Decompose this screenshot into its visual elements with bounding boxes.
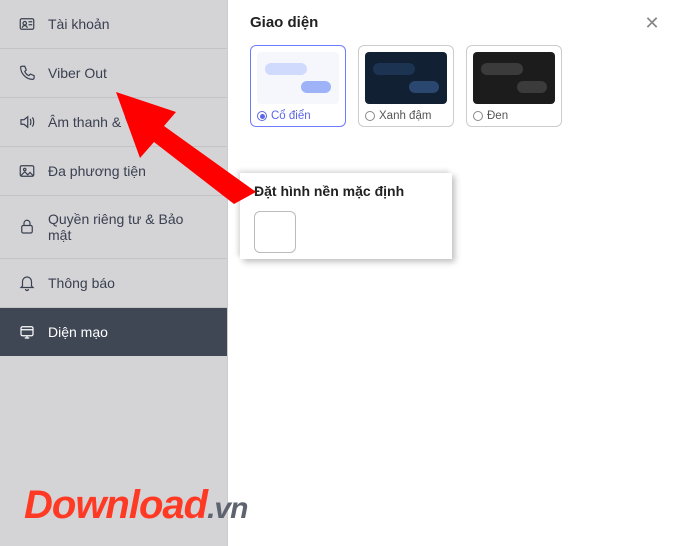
radio-selected-icon [257,111,267,121]
theme-preview-black [473,52,555,104]
background-section-label: Đặt hình nền mặc định [254,183,438,199]
default-background-callout: Đặt hình nền mặc định [240,173,452,259]
theme-label: Xanh đậm [379,110,431,122]
phone-icon [18,64,36,82]
watermark-tld: .vn [207,492,247,525]
sidebar-item-account[interactable]: Tài khoản [0,0,227,49]
account-icon [18,15,36,33]
settings-sidebar: Tài khoản Viber Out Âm thanh & Video Đa … [0,0,228,546]
theme-dark-blue[interactable]: Xanh đậm [358,45,454,127]
appearance-icon [18,323,36,341]
theme-black[interactable]: Đen [466,45,562,127]
watermark-main: Download [24,483,207,527]
close-button[interactable]: ✕ [643,14,661,32]
sidebar-item-appearance[interactable]: Diện mạo [0,308,227,356]
sidebar-item-label: Thông báo [48,275,115,291]
watermark: Download.vn [24,483,247,528]
theme-classic[interactable]: Cổ điển [250,45,346,127]
sidebar-item-multimedia[interactable]: Đa phương tiện [0,147,227,196]
sidebar-item-notifications[interactable]: Thông báo [0,259,227,308]
sidebar-item-privacy[interactable]: Quyền riêng tư & Bảo mật [0,196,227,259]
sidebar-item-label: Tài khoản [48,16,109,32]
theme-label: Cổ điển [271,110,311,122]
close-icon: ✕ [644,13,659,33]
theme-label: Đen [487,110,508,122]
sidebar-item-label: Diện mạo [48,324,108,340]
sidebar-item-label: Đa phương tiện [48,163,146,179]
sidebar-item-label: Quyền riêng tư & Bảo mật [48,211,209,243]
main-panel: ✕ Giao diện Cổ điển Xanh đậm [228,0,679,546]
sidebar-item-viber-out[interactable]: Viber Out [0,49,227,98]
speaker-icon [18,113,36,131]
sidebar-item-label: Âm thanh & Video [48,114,161,130]
sidebar-item-audio-video[interactable]: Âm thanh & Video [0,98,227,147]
radio-unselected-icon [473,111,483,121]
radio-unselected-icon [365,111,375,121]
default-background-thumb[interactable] [254,211,296,253]
image-icon [18,162,36,180]
theme-options-row: Cổ điển Xanh đậm Đen [250,45,657,127]
theme-preview-darkblue [365,52,447,104]
bell-icon [18,274,36,292]
theme-preview-classic [257,52,339,104]
sidebar-item-label: Viber Out [48,65,107,81]
lock-icon [18,218,36,236]
section-title-theme: Giao diện [250,14,657,31]
